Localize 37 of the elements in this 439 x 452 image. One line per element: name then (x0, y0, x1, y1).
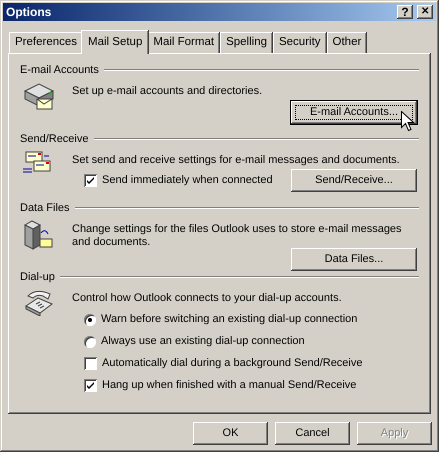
tab[interactable]: Security (272, 32, 327, 53)
tab[interactable]: Other (326, 32, 368, 53)
option-label: Automatically dial during a background Send/Receive (102, 357, 362, 370)
section-heading: Data Files (20, 202, 70, 214)
tab[interactable]: Mail Setup (81, 30, 150, 54)
dialog-button[interactable]: OK (193, 422, 268, 445)
description-text: Change settings for the files Outlook uses to store e-mail messages and documents. (72, 223, 403, 249)
description-text: Control how Outlook connects to your dial-up accounts. (72, 292, 343, 305)
dialog-button[interactable]: Cancel (275, 422, 350, 445)
option-label: Hang up when finished with a manual Send/Receive (102, 379, 356, 392)
radio-button[interactable] (84, 314, 96, 326)
dialog-button: Apply (357, 422, 432, 445)
section-heading: Dial-up (20, 270, 55, 284)
close-button[interactable]: ✕ (417, 5, 433, 19)
option-label: Warn before switching an existing dial-up connection (101, 313, 358, 326)
checkmark-icon (87, 382, 94, 389)
checkbox[interactable] (84, 379, 97, 392)
section-heading: Send/Receive (20, 132, 88, 146)
description-text: Set up e-mail accounts and directories. (72, 85, 264, 98)
radio-button[interactable] (84, 336, 96, 348)
mouse-cursor-icon (401, 111, 414, 132)
checkmark-icon (87, 177, 94, 184)
section-heading: E-mail Accounts (20, 64, 99, 76)
action-button[interactable]: Send/Receive... (291, 169, 417, 192)
tab[interactable]: Mail Format (147, 32, 220, 53)
checkbox[interactable] (84, 357, 97, 370)
tab[interactable]: Preferences (9, 32, 84, 53)
window-title: Options (6, 6, 52, 18)
tab[interactable]: Spelling (220, 32, 273, 53)
option-label: Always use an existing dial-up connection (101, 335, 305, 348)
checkbox[interactable] (84, 174, 97, 187)
help-button[interactable]: ? (397, 5, 413, 19)
description-text: Set send and receive settings for e-mail messages and documents. (72, 154, 401, 167)
action-button[interactable]: E-mail Accounts... (291, 101, 417, 124)
mail-server-icon (22, 81, 56, 111)
option-label: Send immediately when connected (102, 174, 273, 187)
action-button[interactable]: Data Files... (291, 248, 417, 271)
